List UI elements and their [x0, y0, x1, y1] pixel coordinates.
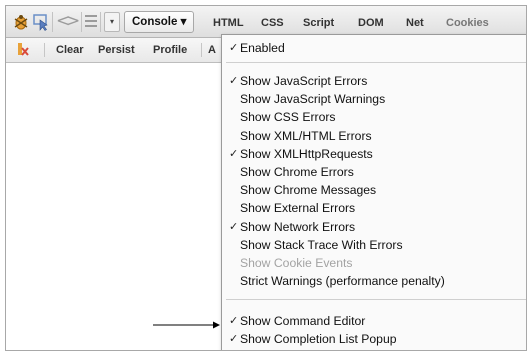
tab-html[interactable]: HTML [213, 17, 244, 29]
menu-item-label: Show Chrome Errors [240, 165, 354, 179]
toolbar-divider [44, 43, 45, 57]
menu-item-label: Show External Errors [240, 201, 356, 216]
tab-script[interactable]: Script [303, 17, 334, 29]
menu-item-label: Show Stack Trace With Errors [240, 237, 403, 252]
menu-item-label: Show Network Errors [240, 219, 356, 234]
check-icon: ✓ [229, 146, 239, 160]
menu-item-label: Show Chrome Messages [240, 183, 377, 198]
menu-item-strict-warnings-performance-penalty[interactable]: Strict Warnings (performance penalty) [222, 272, 526, 290]
menu-item-label: Show XML/HTML Errors [240, 128, 372, 143]
menu-item-show-javascript-errors[interactable]: ✓ Show JavaScript Errors [222, 72, 526, 90]
toolbar-divider [81, 12, 82, 32]
check-icon: ✓ [229, 332, 239, 346]
tab-net[interactable]: Net [406, 17, 424, 29]
firebug-icon[interactable] [12, 13, 30, 31]
toolbar-divider [100, 12, 101, 32]
clear-console-icon[interactable] [17, 42, 29, 57]
menu-item-enabled[interactable]: ✓ Enabled [222, 39, 526, 57]
menu-separator [226, 299, 526, 300]
toolbar-divider [52, 12, 53, 32]
inspect-icon[interactable] [32, 13, 50, 31]
check-icon: ✓ [229, 74, 239, 87]
menu-item-label: Show JavaScript Errors [240, 74, 368, 88]
menu-item-show-xmlhttprequests[interactable]: ✓ Show XMLHttpRequests [222, 145, 526, 163]
toolbar-divider [201, 43, 202, 57]
menu-item-show-stack-trace-with-errors[interactable]: Show Stack Trace With Errors [222, 236, 526, 254]
firebug-window: < > ▾ Console ▾ HTML CSS Script DOM Net … [5, 5, 527, 351]
all-button[interactable]: A [208, 44, 216, 56]
tab-cookies[interactable]: Cookies [446, 17, 489, 29]
menu-item-show-javascript-warnings[interactable]: Show JavaScript Warnings [222, 90, 526, 108]
menu-item-show-cookie-events: Show Cookie Events [222, 254, 526, 272]
clear-button[interactable]: Clear [56, 44, 84, 56]
menu-item-label: Show JavaScript Warnings [240, 92, 386, 107]
menu-item-label: Show Cookie Events [240, 256, 353, 270]
menu-item-show-xml-html-errors[interactable]: Show XML/HTML Errors [222, 127, 526, 145]
menu-item-show-chrome-messages[interactable]: Show Chrome Messages [222, 181, 526, 199]
console-options-menu: ✓ Enabled ✓ Show JavaScript Errors Show Ja… [221, 34, 526, 350]
persist-button[interactable]: Persist [98, 44, 135, 56]
menu-item-show-network-errors[interactable]: ✓ Show Network Errors [222, 218, 526, 236]
menu-item-label: Strict Warnings (performance penalty) [240, 274, 445, 289]
menu-item-label: Show Completion List Popup [240, 332, 397, 347]
menu-item-show-css-errors[interactable]: Show CSS Errors [222, 108, 526, 126]
check-icon: ✓ [229, 219, 239, 233]
list-icon[interactable] [85, 15, 97, 27]
tab-dom[interactable]: DOM [358, 17, 384, 29]
menu-item-show-command-editor[interactable]: ✓ Show Command Editor [222, 312, 526, 330]
check-icon: ✓ [229, 314, 239, 327]
check-icon: ✓ [229, 41, 239, 54]
menu-separator [226, 62, 526, 63]
tab-console[interactable]: Console ▾ [124, 11, 195, 33]
tab-css[interactable]: CSS [261, 17, 284, 29]
menu-item-label: Show XMLHttpRequests [240, 146, 373, 161]
menu-item-show-completion-list-popup[interactable]: ✓ Show Completion List Popup [222, 330, 526, 348]
arrow-annotation [153, 321, 220, 329]
panel-menu-button[interactable]: ▾ [104, 12, 120, 32]
menu-item-show-chrome-errors[interactable]: Show Chrome Errors [222, 163, 526, 181]
menu-item-label: Show Command Editor [240, 314, 366, 328]
forward-arrow-icon[interactable]: > [66, 11, 80, 31]
chevron-down-icon: ▾ [180, 16, 187, 28]
profile-button[interactable]: Profile [153, 44, 187, 56]
tab-console-label: Console [132, 16, 178, 28]
menu-item-label: Show CSS Errors [240, 110, 336, 125]
menu-item-show-external-errors[interactable]: Show External Errors [222, 199, 526, 217]
menu-item-label: Enabled [240, 41, 285, 55]
